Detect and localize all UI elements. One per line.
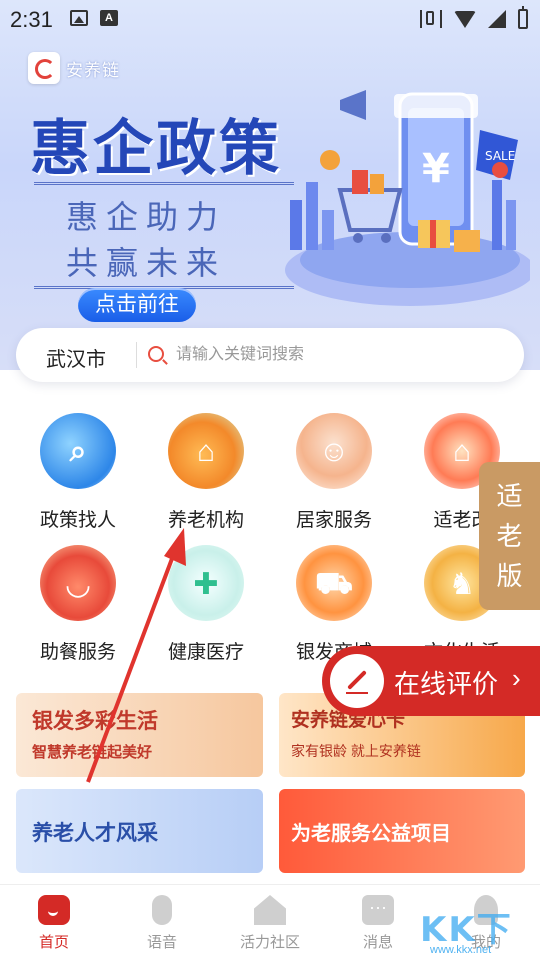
watermark-url: www.kkx.net [430,944,492,956]
banner-title: 惠企政策 [30,114,282,184]
grid-item-label: 健康医疗 [167,642,244,663]
svg-text:¥: ¥ [422,146,450,192]
tab-label: 语音 [146,934,177,951]
grid-item-label: 助餐服务 [39,642,116,663]
elder-mode-button[interactable]: 适 老 版 [479,462,540,610]
message-icon [362,895,394,925]
wifi-icon [454,10,476,28]
promo-card-title: 为老服务公益项目 [291,821,451,845]
banner-cta-button[interactable]: 点击前往 [78,288,196,322]
status-bar: 2:31 A [0,0,540,40]
medical-kit-icon: ✚ [168,545,244,621]
grid-item-nursing-home[interactable]: ⌂ 养老机构 [142,405,270,531]
promo-card-charity[interactable]: 为老服务公益项目 [279,789,525,873]
grid-item-policy[interactable]: ⌕ 政策找人 [14,405,142,531]
logo-text: 安养链 [66,60,120,80]
promo-card-silver-life[interactable]: 银发多彩生活 智慧养老链起美好 [16,693,263,777]
shopping-cart-icon: ⛟ [296,545,372,621]
banner-subtitle-1: 惠企助力 [66,199,227,235]
promo-card-subtitle: 家有银龄 就上安养链 [291,743,421,759]
promo-card-title: 银发多彩生活 [32,708,158,733]
pen-icon [330,654,384,708]
community-icon [254,895,286,925]
elder-mode-char-3: 版 [496,561,523,591]
banner[interactable]: 安养链 惠企政策 惠企助力 共赢未来 点击前往 ¥ SALE [0,0,540,370]
svg-text:SALE: SALE [485,149,515,163]
tab-messages[interactable]: 消息 [324,885,432,960]
image-notification-icon [70,10,88,26]
tab-label: 首页 [38,934,69,951]
chevron-right-icon: › [512,663,521,693]
search-input[interactable] [176,340,496,370]
meal-bowl-icon: ◡ [40,545,116,621]
grid-item-label: 居家服务 [295,510,372,531]
elder-mode-char-2: 老 [496,521,523,551]
grid-item-label: 养老机构 [167,510,244,531]
tab-home[interactable]: 首页 [0,885,108,960]
home-icon [38,895,70,925]
tab-label: 消息 [362,934,393,951]
status-time: 2:31 [10,7,53,32]
shopping-illustration: ¥ SALE [285,90,530,306]
grid-item-meal[interactable]: ◡ 助餐服务 [14,537,142,663]
search-bar[interactable]: 武汉市 [16,328,524,382]
microphone-icon [152,895,172,925]
city-selector[interactable]: 武汉市 [46,343,106,372]
tab-community[interactable]: 活力社区 [216,885,324,960]
promo-card-subtitle: 智慧养老链起美好 [32,744,153,761]
online-review-button[interactable]: 在线评价 › [322,646,540,716]
signal-icon [488,10,506,28]
search-icon [148,346,164,362]
document-search-icon: ⌕ [40,413,116,489]
promo-card-talent[interactable]: 养老人才风采 [16,789,263,873]
grid-item-home-service[interactable]: ☺ 居家服务 [270,405,398,531]
vibrate-icon [420,10,442,28]
online-review-label: 在线评价 [394,669,499,699]
banner-subtitle-2: 共赢未来 [66,245,227,281]
text-notification-icon: A [100,10,118,26]
tab-label: 活力社区 [239,934,300,951]
house-icon: ⌂ [168,413,244,489]
logo-icon [28,52,60,84]
grid-item-label: 政策找人 [39,510,116,531]
grid-item-medical[interactable]: ✚ 健康医疗 [142,537,270,663]
promo-card-title: 养老人才风采 [32,820,158,845]
elder-mode-char-1: 适 [496,481,523,511]
banner-divider [34,182,294,185]
grid-item-mall[interactable]: ⛟ 银发商城 [270,537,398,663]
search-divider [136,342,137,368]
tab-voice[interactable]: 语音 [108,885,216,960]
battery-icon [518,6,528,29]
caregiver-icon: ☺ [296,413,372,489]
app-logo: 安养链 [28,52,120,84]
